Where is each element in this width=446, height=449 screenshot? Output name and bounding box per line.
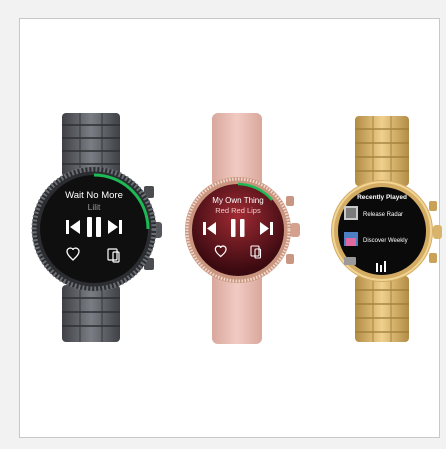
thumbnail-small xyxy=(344,257,356,265)
list-item-label: Discover Weekly xyxy=(363,238,408,244)
pusher-top xyxy=(429,201,437,211)
pusher-top xyxy=(286,196,294,206)
song-title: Wait No More xyxy=(65,190,123,201)
bracelet-bottom xyxy=(62,285,120,342)
artist-name: Lilit xyxy=(88,202,101,212)
pusher-bottom xyxy=(286,254,294,264)
list-item-label: Release Radar xyxy=(363,212,403,218)
watch-rose-gold: My Own Thing Red Red Lips xyxy=(185,113,300,344)
crown xyxy=(290,223,300,237)
song-title: My Own Thing xyxy=(212,196,263,205)
watch-photo: Wait No More Lilit My Own Thing Red Red … xyxy=(31,113,442,344)
crown xyxy=(433,225,442,239)
pusher-bottom xyxy=(429,253,437,263)
watch-gold: Recently Played Release Radar Discover W… xyxy=(331,116,442,342)
recently-played-header: Recently Played xyxy=(357,194,407,201)
artist-name: Red Red Lips xyxy=(215,206,261,215)
bracelet-bottom xyxy=(355,276,409,342)
watch-gunmetal: Wait No More Lilit xyxy=(31,113,162,342)
bracelet-top xyxy=(355,116,409,186)
strap-top xyxy=(212,113,262,187)
